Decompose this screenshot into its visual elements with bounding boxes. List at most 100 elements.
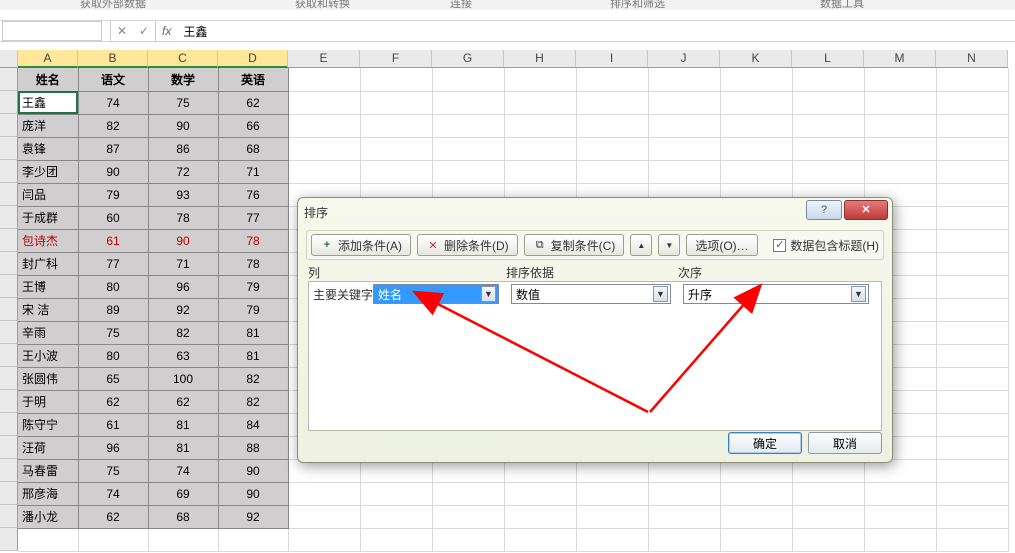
dialog-titlebar[interactable]: 排序 ? ✕ (298, 198, 892, 226)
cell[interactable] (148, 528, 218, 551)
sort-by-combo[interactable]: 姓名 ▼ (373, 284, 499, 304)
cell[interactable] (288, 114, 360, 137)
formula-cancel-button[interactable]: ✕ (111, 24, 133, 38)
options-button[interactable]: 选项(O)… (686, 234, 757, 256)
order-combo[interactable]: 升序 ▼ (683, 284, 869, 304)
column-header[interactable]: E (288, 50, 360, 68)
cell[interactable] (288, 91, 360, 114)
cell[interactable]: 62 (218, 91, 288, 114)
cell[interactable]: 77 (78, 252, 148, 275)
cell[interactable] (936, 482, 1008, 505)
cell[interactable] (936, 229, 1008, 252)
row-header[interactable] (0, 436, 18, 459)
cell[interactable] (504, 160, 576, 183)
cell[interactable]: 90 (148, 229, 218, 252)
cell[interactable] (432, 114, 504, 137)
help-button[interactable]: ? (806, 200, 842, 220)
cell[interactable] (720, 91, 792, 114)
cell[interactable] (720, 528, 792, 551)
cell[interactable] (720, 482, 792, 505)
cell[interactable] (792, 160, 864, 183)
cell[interactable]: 93 (148, 183, 218, 206)
cell[interactable]: 100 (148, 367, 218, 390)
cell[interactable] (648, 160, 720, 183)
column-header[interactable]: N (936, 50, 1008, 68)
cell[interactable] (432, 137, 504, 160)
column-header[interactable]: M (864, 50, 936, 68)
cell[interactable]: 88 (218, 436, 288, 459)
cell[interactable] (864, 528, 936, 551)
cell[interactable] (792, 114, 864, 137)
cell[interactable]: 马春雷 (18, 459, 78, 482)
cell[interactable]: 王鑫 (18, 91, 78, 114)
cell[interactable]: 邢彦海 (18, 482, 78, 505)
cell[interactable] (432, 482, 504, 505)
cell[interactable] (360, 160, 432, 183)
cell[interactable]: 71 (218, 160, 288, 183)
cell[interactable]: 90 (218, 459, 288, 482)
cell[interactable]: 69 (148, 482, 218, 505)
cell[interactable] (792, 528, 864, 551)
cell[interactable]: 61 (78, 229, 148, 252)
row-header[interactable] (0, 229, 18, 252)
cell[interactable] (936, 413, 1008, 436)
cell[interactable] (936, 252, 1008, 275)
cell[interactable]: 82 (148, 321, 218, 344)
cell[interactable] (504, 528, 576, 551)
table-header-cell[interactable]: 数学 (148, 68, 218, 91)
cell[interactable] (792, 137, 864, 160)
cell[interactable] (648, 528, 720, 551)
cell[interactable] (720, 114, 792, 137)
cell[interactable]: 李少团 (18, 160, 78, 183)
cell[interactable]: 81 (218, 321, 288, 344)
cell[interactable]: 王小波 (18, 344, 78, 367)
name-box[interactable] (2, 21, 102, 41)
row-header[interactable] (0, 367, 18, 390)
cell[interactable]: 宋 洁 (18, 298, 78, 321)
column-header[interactable]: K (720, 50, 792, 68)
row-header[interactable] (0, 160, 18, 183)
cell[interactable]: 90 (148, 114, 218, 137)
cell[interactable] (648, 68, 720, 91)
column-header[interactable]: J (648, 50, 720, 68)
cancel-button[interactable]: 取消 (808, 432, 882, 454)
cell[interactable] (720, 160, 792, 183)
cell[interactable]: 65 (78, 367, 148, 390)
cell[interactable] (864, 505, 936, 528)
cell[interactable]: 81 (148, 413, 218, 436)
cell[interactable] (936, 275, 1008, 298)
cell[interactable] (432, 68, 504, 91)
cell[interactable] (360, 505, 432, 528)
cell[interactable] (720, 68, 792, 91)
cell[interactable]: 袁锋 (18, 137, 78, 160)
row-header[interactable] (0, 413, 18, 436)
row-header[interactable] (0, 459, 18, 482)
cell[interactable] (720, 137, 792, 160)
table-header-cell[interactable]: 语文 (78, 68, 148, 91)
row-header[interactable] (0, 482, 18, 505)
cell[interactable]: 68 (148, 505, 218, 528)
dialog-close-button[interactable]: ✕ (844, 200, 888, 220)
cell[interactable]: 62 (78, 390, 148, 413)
cell[interactable]: 71 (148, 252, 218, 275)
cell[interactable] (936, 114, 1008, 137)
cell[interactable]: 81 (148, 436, 218, 459)
cell[interactable]: 80 (78, 275, 148, 298)
table-header-cell[interactable]: 英语 (218, 68, 288, 91)
cell[interactable] (936, 436, 1008, 459)
row-header[interactable] (0, 390, 18, 413)
cell[interactable]: 79 (218, 275, 288, 298)
cell[interactable] (864, 68, 936, 91)
cell[interactable]: 辛雨 (18, 321, 78, 344)
cell[interactable]: 75 (78, 321, 148, 344)
cell[interactable] (792, 505, 864, 528)
cell[interactable]: 潘小龙 (18, 505, 78, 528)
column-header[interactable]: H (504, 50, 576, 68)
cell[interactable] (864, 160, 936, 183)
cell[interactable] (504, 91, 576, 114)
row-header[interactable] (0, 114, 18, 137)
cell[interactable] (864, 91, 936, 114)
cell[interactable] (504, 137, 576, 160)
cell[interactable]: 张圆伟 (18, 367, 78, 390)
column-header[interactable]: D (218, 50, 288, 68)
